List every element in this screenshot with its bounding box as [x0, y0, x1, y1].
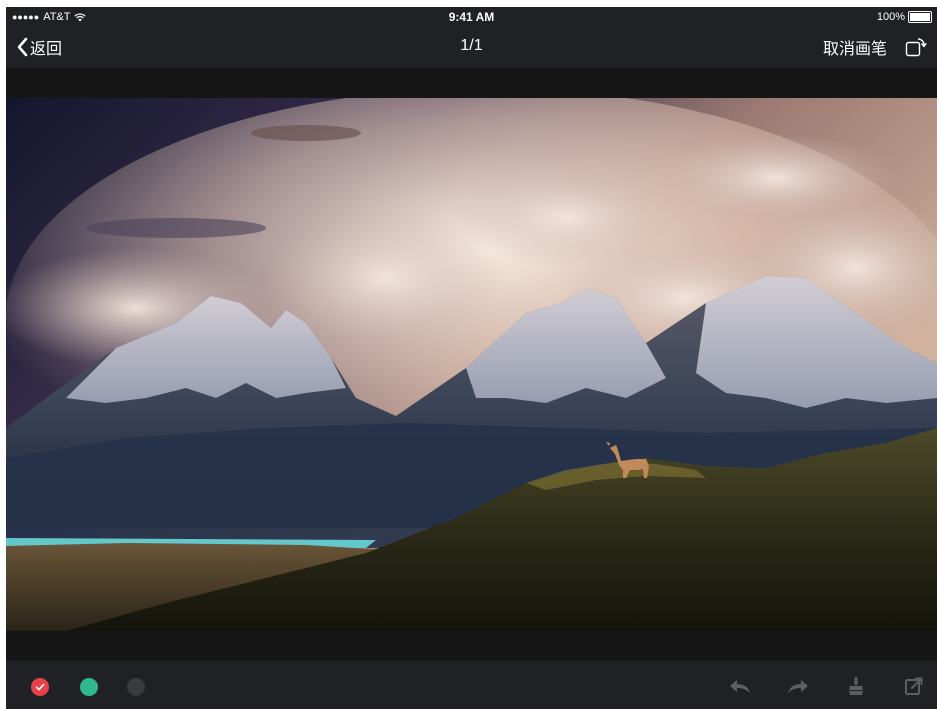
tool-actions — [729, 675, 925, 697]
status-bar: ●●●●● AT&T 9:41 AM 100% — [6, 7, 937, 27]
cancel-pen-button[interactable]: 取消画笔 — [823, 35, 887, 59]
rotate-button[interactable] — [905, 37, 927, 57]
redo-button[interactable] — [787, 675, 809, 697]
redo-icon — [788, 680, 808, 693]
eraser-icon — [849, 677, 863, 695]
nav-actions: 取消画笔 — [823, 35, 927, 59]
color-green-swatch[interactable] — [80, 678, 98, 696]
status-right: 100% — [877, 11, 932, 23]
drawing-toolbar — [6, 661, 937, 709]
rotate-icon — [905, 38, 927, 57]
undo-button[interactable] — [729, 675, 751, 697]
color-gray-swatch[interactable] — [127, 678, 145, 696]
battery-percent: 100% — [876, 11, 905, 23]
color-red-swatch[interactable] — [31, 678, 49, 696]
battery-level — [910, 13, 930, 21]
status-time: 9:41 AM — [448, 10, 495, 24]
photo-letterbox-bottom — [6, 631, 937, 661]
battery-icon — [908, 11, 932, 23]
eraser-button[interactable] — [845, 675, 867, 697]
photo-letterbox-top — [6, 68, 937, 98]
check-icon — [35, 683, 45, 691]
undo-icon — [730, 680, 750, 693]
share-icon — [905, 677, 923, 695]
device-screen: ●●●●● AT&T 9:41 AM 100% 返回 1/1 取消画笔 — [6, 7, 937, 709]
nav-bar: 返回 1/1 取消画笔 — [6, 27, 937, 68]
page-counter: 1/1 — [460, 37, 483, 54]
photo-canvas[interactable] — [6, 98, 937, 631]
share-button[interactable] — [903, 675, 925, 697]
